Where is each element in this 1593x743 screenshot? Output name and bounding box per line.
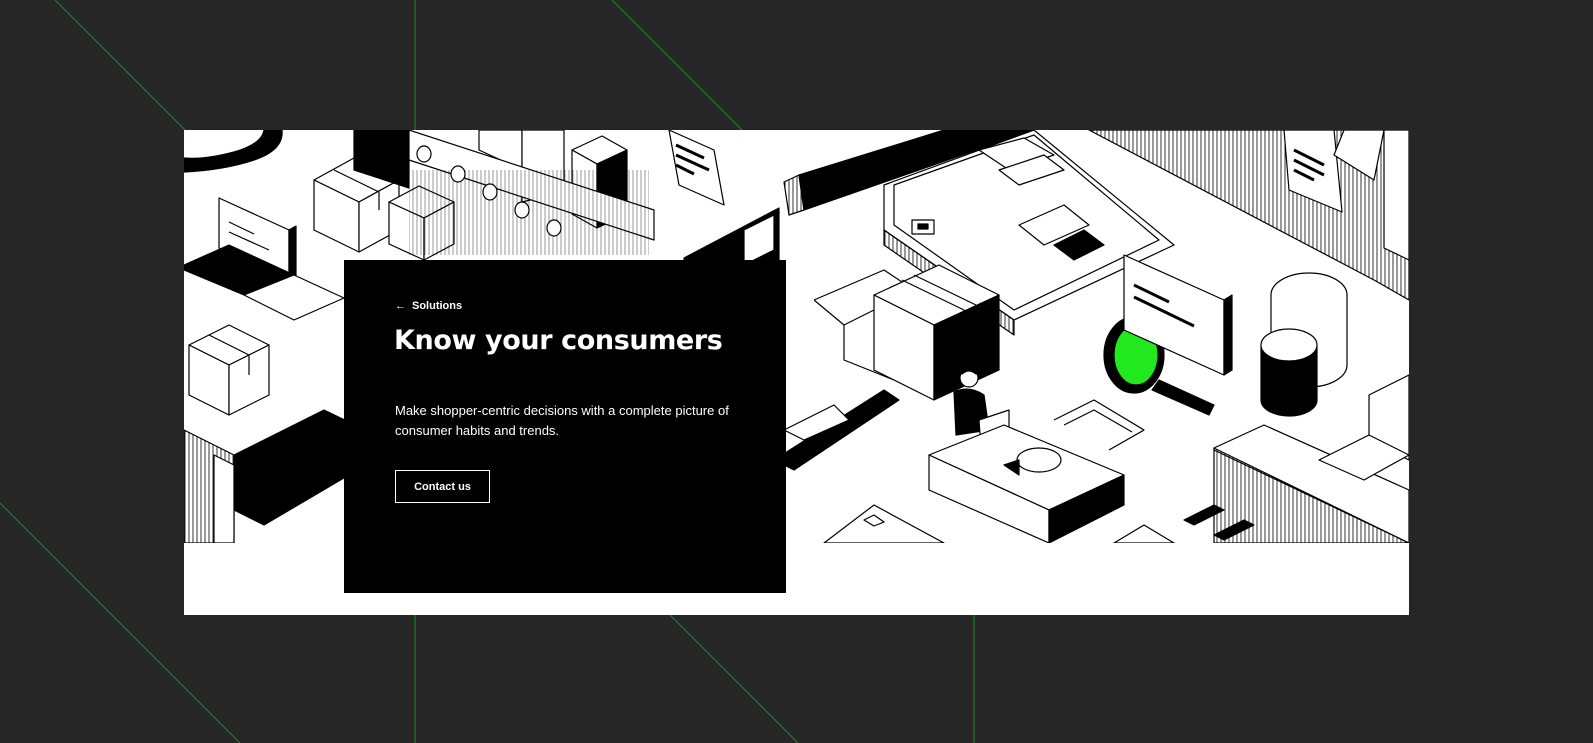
black-block xyxy=(184,409,350,543)
back-link-label: Solutions xyxy=(412,300,463,312)
box-icon xyxy=(188,324,270,416)
document-card xyxy=(668,130,725,206)
hero-panel: ← Solutions Know your consumers Make sho… xyxy=(344,260,786,593)
box-icon xyxy=(873,264,1000,401)
contact-us-button[interactable]: Contact us xyxy=(395,470,490,503)
cylinder xyxy=(1260,328,1318,417)
hero-description: Make shopper-centric decisions with a co… xyxy=(395,403,729,438)
back-link-solutions[interactable]: ← Solutions xyxy=(395,300,462,312)
swirl-shape xyxy=(184,130,283,173)
arrow-left-icon: ← xyxy=(395,299,406,312)
guide-line xyxy=(669,614,799,743)
guide-line xyxy=(54,0,186,131)
guide-line xyxy=(611,0,743,131)
hero-card: ← Solutions Know your consumers Make sho… xyxy=(184,130,1409,615)
page-title: Know your consumers xyxy=(394,325,723,356)
